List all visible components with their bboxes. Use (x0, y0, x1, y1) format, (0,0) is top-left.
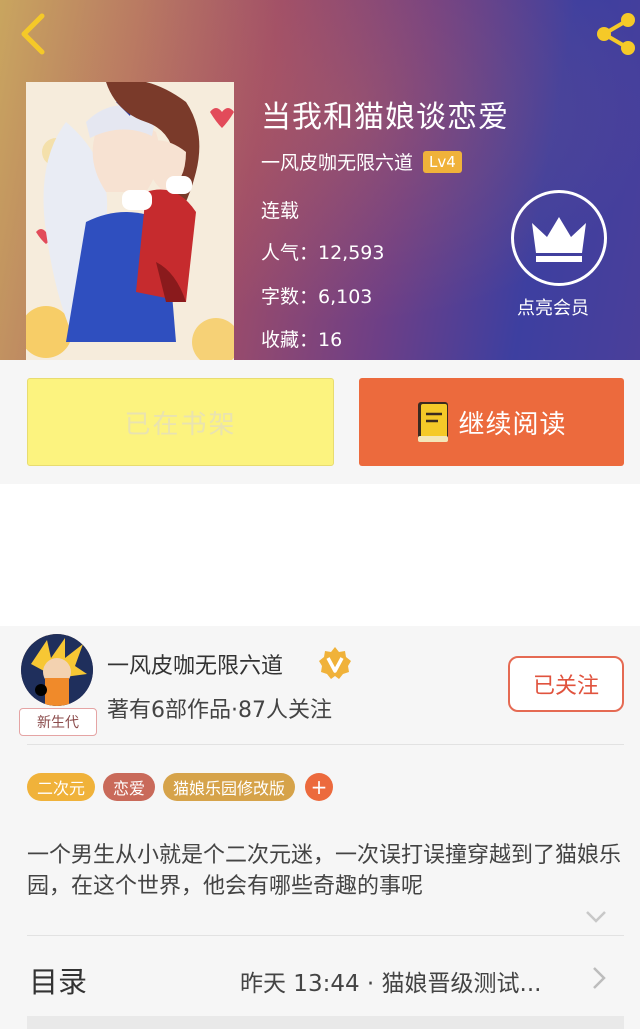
chevron-left-icon (21, 13, 45, 55)
book-title: 当我和猫娘谈恋爱 (261, 100, 509, 135)
tag-item[interactable]: 猫娘乐园修改版 (163, 773, 296, 801)
toc-label[interactable]: 目录 (29, 959, 87, 1001)
divider (27, 744, 624, 745)
book-icon (418, 402, 449, 442)
action-bar: 已在书架 继续阅读 (0, 360, 640, 484)
uploader-meta: 著有6部作品·87人关注 (107, 698, 332, 723)
book-cover[interactable] (26, 82, 234, 360)
bottom-strip (27, 1016, 624, 1029)
favorites-stat: 收藏：16 (261, 329, 343, 351)
member-label[interactable]: 点亮会员 (517, 294, 589, 320)
tag-item[interactable]: 二次元 (27, 773, 96, 801)
serial-status: 连载 (261, 200, 300, 222)
continue-reading-label: 继续阅读 (458, 409, 567, 440)
add-tag-button[interactable]: + (305, 773, 334, 801)
back-button[interactable] (14, 12, 54, 56)
newcomer-badge: 新生代 (19, 708, 97, 736)
follow-label: 已关注 (532, 674, 599, 699)
follow-button[interactable]: 已关注 (508, 656, 624, 712)
chevron-right-icon[interactable] (592, 966, 606, 990)
tag-item[interactable]: 恋爱 (103, 773, 156, 801)
crown-icon (532, 217, 586, 262)
popularity-stat: 人气：12,593 (261, 242, 385, 264)
level-badge: Lv4 (423, 150, 462, 173)
cover-illustration (26, 82, 234, 360)
author-row[interactable]: 一风皮咖无限六道 Lv4 (261, 148, 462, 175)
avatar[interactable] (21, 634, 93, 706)
chevron-down-icon[interactable] (584, 908, 608, 926)
book-header: 当我和猫娘谈恋爱 一风皮咖无限六道 Lv4 连载 人气：12,593 字数：6,… (0, 0, 640, 360)
continue-reading-button[interactable]: 继续阅读 (359, 378, 624, 466)
book-info-section: 新生代 一风皮咖无限六道 著有6部作品·87人关注 已关注 二次元 恋爱 猫娘乐… (0, 626, 640, 1029)
latest-chapter[interactable]: 昨天 13:44 · 猫娘晋级测试... (240, 964, 541, 998)
word-count-stat: 字数：6,103 (261, 286, 373, 308)
author-name[interactable]: 一风皮咖无限六道 (261, 148, 413, 175)
share-icon (597, 13, 635, 55)
uploader-name[interactable]: 一风皮咖无限六道 (107, 648, 283, 680)
verified-v-icon (319, 647, 351, 679)
member-button[interactable] (511, 190, 607, 286)
on-shelf-label: 已在书架 (124, 409, 237, 440)
on-shelf-button[interactable]: 已在书架 (27, 378, 334, 466)
tag-list: 二次元 恋爱 猫娘乐园修改版 + (27, 773, 334, 801)
blank-spacer (0, 484, 640, 626)
avatar-illustration (21, 634, 93, 706)
share-button[interactable] (592, 12, 640, 56)
divider (27, 935, 624, 936)
book-description: 一个男生从小就是个二次元迷，一次误打误撞穿越到了猫娘乐园，在这个世界，他会有哪些… (27, 843, 622, 899)
